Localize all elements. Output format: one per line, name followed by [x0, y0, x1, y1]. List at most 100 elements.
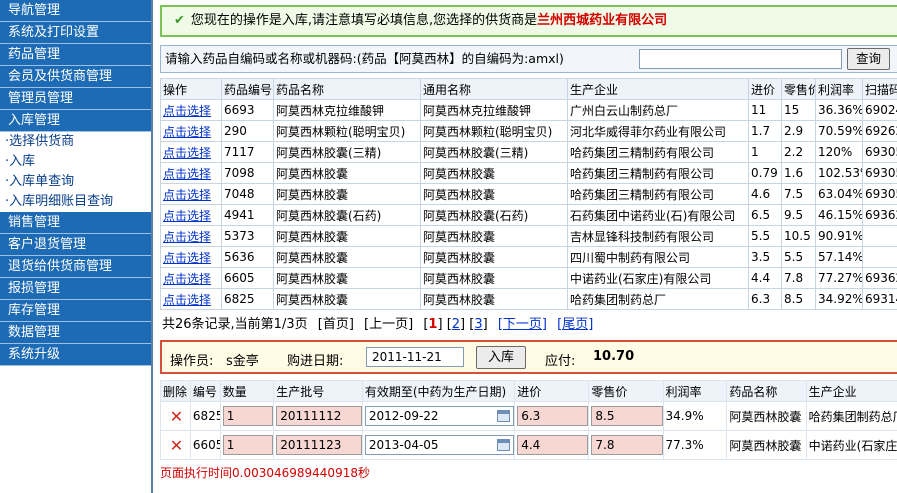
- cost-price-input[interactable]: 6.3: [517, 406, 588, 426]
- nav-item-drug-management[interactable]: 药品管理: [0, 44, 151, 66]
- select-drug-link[interactable]: 点击选择: [163, 104, 211, 118]
- table-row: ✕ 6825 1 20111112 2012-09-22 6.3 8.5 34.…: [160, 401, 897, 431]
- page-execution-time: 页面执行时间0.003046989440918秒: [160, 466, 370, 480]
- sub-item-inbound[interactable]: ·入库: [0, 152, 151, 172]
- batch-number-input[interactable]: 20111123: [276, 435, 362, 455]
- purchase-date-input[interactable]: 2011-11-21: [366, 347, 464, 367]
- select-drug-link[interactable]: 点击选择: [163, 230, 211, 244]
- column-header: 利润率: [815, 78, 863, 100]
- select-drug-link[interactable]: 点击选择: [163, 272, 211, 286]
- retail-price-input[interactable]: 7.8: [591, 435, 663, 455]
- item-id-cell: 6825: [189, 401, 221, 431]
- nav-item-member-supplier[interactable]: 会员及供货商管理: [0, 66, 151, 88]
- inbound-items-header: 删除 编号 数量 生产批号 有效期至(中药为生产日期) 进价 零售价 利润率 药…: [160, 380, 897, 402]
- inbound-button[interactable]: 入库: [476, 346, 526, 369]
- column-header: 有效期至(中药为生产日期): [361, 380, 516, 402]
- barcode-cell: 693629: [862, 267, 897, 289]
- select-drug-link[interactable]: 点击选择: [163, 188, 211, 202]
- retail-price-cell: 9.5: [781, 204, 816, 226]
- sub-item-select-supplier[interactable]: ·选择供货商: [0, 132, 151, 152]
- margin-cell: 120%: [815, 141, 863, 163]
- column-header: 数量: [219, 380, 275, 402]
- manufacturer-cell: 石药集团中诺药业(石)有限公司: [567, 204, 749, 226]
- expiry-date-input[interactable]: 2013-04-05: [364, 435, 514, 455]
- delete-icon[interactable]: ✕: [160, 401, 191, 431]
- select-drug-link[interactable]: 点击选择: [163, 167, 211, 181]
- nav-item-sales[interactable]: 销售管理: [0, 212, 151, 234]
- generic-name-cell: 阿莫西林胶囊: [420, 267, 568, 289]
- nav-item-inbound-management[interactable]: 入库管理: [0, 110, 151, 132]
- margin-cell: 90.91%: [815, 225, 863, 247]
- sub-item-inbound-order-query[interactable]: ·入库单查询: [0, 172, 151, 192]
- page-link-2[interactable]: 2: [452, 317, 460, 332]
- calendar-icon[interactable]: [497, 439, 511, 451]
- nav-item-admin-management[interactable]: 管理员管理: [0, 88, 151, 110]
- select-drug-link[interactable]: 点击选择: [163, 146, 211, 160]
- nav-item-inventory[interactable]: 库存管理: [0, 300, 151, 322]
- nav-item-system-upgrade[interactable]: 系统升级: [0, 344, 151, 366]
- nav-item-customer-returns[interactable]: 客户退货管理: [0, 234, 151, 256]
- item-id-cell: 6605: [189, 430, 221, 460]
- manufacturer-cell: 哈药集团制药总厂: [805, 401, 897, 431]
- expiry-date-value: 2012-09-22: [368, 409, 439, 423]
- sidebar: 导航管理 系统及打印设置 药品管理 会员及供货商管理 管理员管理 入库管理 ·选…: [0, 0, 153, 493]
- cost-price-cell: 1: [748, 141, 782, 163]
- nav-item-data-management[interactable]: 数据管理: [0, 322, 151, 344]
- select-drug-link[interactable]: 点击选择: [163, 293, 211, 307]
- table-row: 点击选择 6825 阿莫西林胶囊 阿莫西林胶囊 哈药集团制药总厂 6.3 8.5…: [160, 288, 897, 310]
- barcode-cell: 693143: [862, 288, 897, 310]
- drug-name-cell: 阿莫西林胶囊: [273, 162, 421, 184]
- first-page-link[interactable]: [首页]: [318, 317, 354, 332]
- column-header: 零售价: [781, 78, 816, 100]
- calendar-icon[interactable]: [497, 410, 511, 422]
- margin-cell: 77.3%: [662, 430, 728, 460]
- drug-name-cell: 阿莫西林克拉维酸钾: [273, 99, 421, 121]
- table-row: 点击选择 4941 阿莫西林胶囊(石药) 阿莫西林胶囊(石药) 石药集团中诺药业…: [160, 204, 897, 226]
- retail-price-input[interactable]: 8.5: [591, 406, 663, 426]
- select-drug-link[interactable]: 点击选择: [163, 251, 211, 265]
- drug-name-cell: 阿莫西林胶囊: [273, 267, 421, 289]
- nav-item-loss-report[interactable]: 报损管理: [0, 278, 151, 300]
- manufacturer-cell: 哈药集团制药总厂: [567, 288, 749, 310]
- generic-name-cell: 阿莫西林胶囊(三精): [420, 141, 568, 163]
- search-button[interactable]: 查询: [847, 48, 890, 70]
- operator-name: s金亭: [226, 354, 259, 369]
- cost-price-input[interactable]: 4.4: [517, 435, 588, 455]
- column-header: 操作: [160, 78, 222, 100]
- cost-price-cell: 4.6: [748, 183, 782, 205]
- drug-name-cell: 阿莫西林颗粒(聪明宝贝): [273, 120, 421, 142]
- quantity-input[interactable]: 1: [222, 435, 273, 455]
- batch-number-input[interactable]: 20111112: [276, 406, 362, 426]
- barcode-cell: 693057: [862, 141, 897, 163]
- quantity-input[interactable]: 1: [222, 406, 273, 426]
- operator-label: 操作员:: [170, 354, 214, 369]
- last-page-link[interactable]: [尾页]: [557, 317, 593, 332]
- next-page-link[interactable]: [下一页]: [498, 317, 547, 332]
- pagination-summary: 共26条记录,当前第1/3页: [162, 317, 308, 332]
- prev-page-link[interactable]: [上一页]: [364, 317, 413, 332]
- barcode-cell: 693629: [862, 204, 897, 226]
- delete-icon[interactable]: ✕: [160, 430, 191, 460]
- nav-item-system-print-settings[interactable]: 系统及打印设置: [0, 22, 151, 44]
- column-header: 利润率: [662, 380, 728, 402]
- column-header: 零售价: [588, 380, 664, 402]
- cost-price-cell: 6.3: [748, 288, 782, 310]
- expiry-date-input[interactable]: 2012-09-22: [364, 406, 514, 426]
- select-drug-link[interactable]: 点击选择: [163, 209, 211, 223]
- search-input[interactable]: [639, 49, 842, 69]
- table-row: ✕ 6605 1 20111123 2013-04-05 4.4 7.8 77.…: [160, 430, 897, 460]
- margin-cell: 36.36%: [815, 99, 863, 121]
- main-content: ✔ 您现在的操作是入库,请注意填写必填信息,您选择的供货商是兰州西城药业有限公司 …: [157, 0, 897, 493]
- drug-id-cell: 7048: [221, 183, 274, 205]
- nav-item-supplier-returns[interactable]: 退货给供货商管理: [0, 256, 151, 278]
- drug-id-cell: 290: [221, 120, 274, 142]
- select-drug-link[interactable]: 点击选择: [163, 125, 211, 139]
- table-row: 点击选择 290 阿莫西林颗粒(聪明宝贝) 阿莫西林颗粒(聪明宝贝) 河北华威得…: [160, 120, 897, 142]
- page-link-3[interactable]: 3: [474, 317, 482, 332]
- column-header: 进价: [514, 380, 590, 402]
- cost-price-cell: 0.79: [748, 162, 782, 184]
- sub-item-inbound-detail-query[interactable]: ·入库明细账目查询: [0, 192, 151, 212]
- table-row: 点击选择 7117 阿莫西林胶囊(三精) 阿莫西林胶囊(三精) 哈药集团三精制药…: [160, 141, 897, 163]
- drug-id-cell: 5373: [221, 225, 274, 247]
- nav-item-navigation[interactable]: 导航管理: [0, 0, 151, 22]
